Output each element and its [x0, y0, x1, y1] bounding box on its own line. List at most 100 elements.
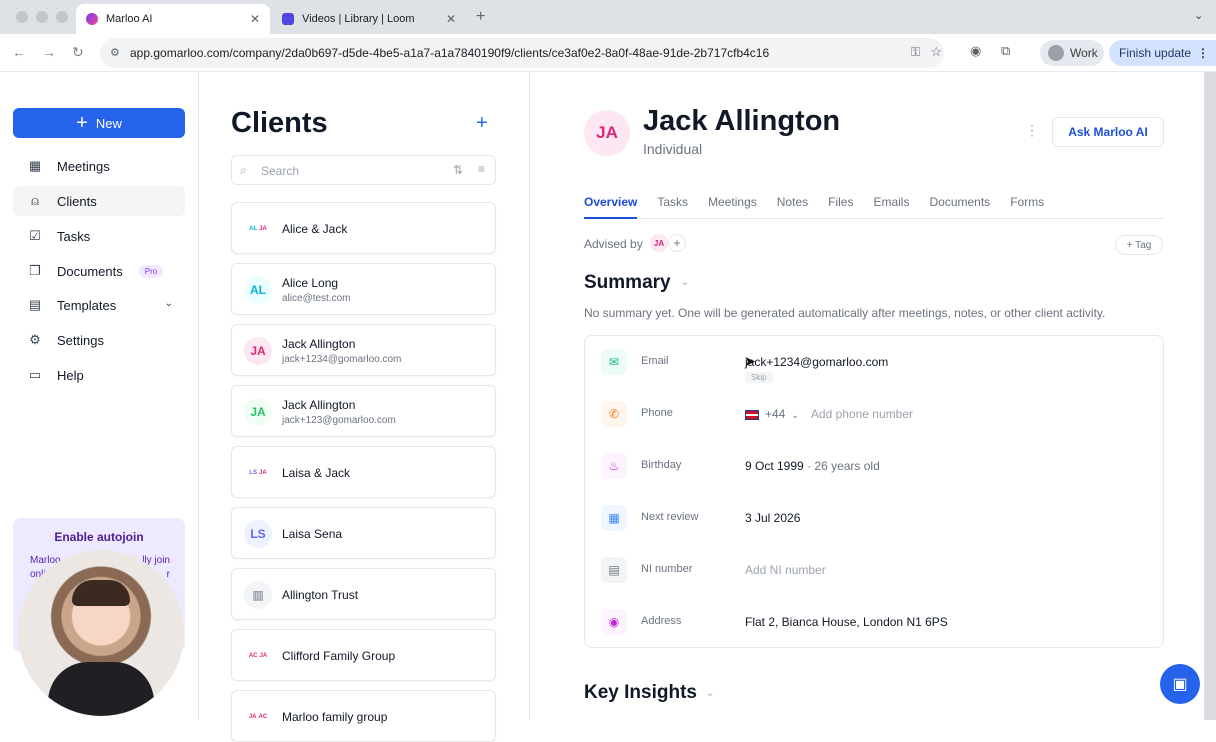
client-info-card: ✉ Email jack+1234@gomarloo.com Skip ✆ Ph… — [584, 335, 1164, 648]
back-icon[interactable]: ← — [12, 44, 26, 60]
phone-value[interactable]: +44 ⌄ Add phone number — [745, 407, 913, 421]
finish-update-button[interactable]: Finish update ⋮ — [1109, 40, 1216, 66]
webcam-shirt — [48, 662, 154, 716]
client-name: Marloo family group — [282, 710, 388, 724]
filter-icon[interactable]: ≡ — [478, 162, 485, 176]
tab-meetings[interactable]: Meetings — [708, 195, 757, 219]
sidebar-item-help[interactable]: ▭ Help — [13, 360, 185, 390]
bookmark-star-icon[interactable]: ☆ — [930, 44, 942, 60]
client-card[interactable]: JA Jack Allington jack+1234@gomarloo.com — [231, 324, 496, 376]
ni-number-input[interactable]: Add NI number — [745, 563, 826, 577]
browser-tab-marloo[interactable]: Marloo AI ✕ — [76, 4, 270, 34]
skip-tooltip[interactable]: Skip — [745, 372, 773, 383]
close-window-button[interactable] — [16, 11, 28, 23]
birthday-row[interactable]: ♨ Birthday 9 Oct 1999 · 26 years old — [585, 440, 1165, 492]
phone-input[interactable]: Add phone number — [811, 407, 913, 421]
key-icon[interactable]: ⚿ — [911, 45, 920, 60]
sidebar-item-documents[interactable]: ❐ Documents Pro — [13, 256, 185, 286]
marloo-favicon — [86, 13, 98, 25]
client-card[interactable]: LS Laisa Sena — [231, 507, 496, 559]
client-card[interactable]: JA Jack Allington jack+123@gomarloo.com — [231, 385, 496, 437]
profile-label: Work — [1070, 46, 1098, 60]
tab-emails[interactable]: Emails — [873, 195, 909, 219]
minimize-window-button[interactable] — [36, 11, 48, 23]
client-card[interactable]: JA AC Marloo family group — [231, 690, 496, 742]
birthday-date: 9 Oct 1999 — [745, 459, 804, 473]
client-card[interactable]: AC JA Clifford Family Group — [231, 629, 496, 681]
profile-avatar — [1048, 45, 1064, 61]
phone-row[interactable]: ✆ Phone +44 ⌄ Add phone number — [585, 388, 1165, 440]
checkbox-icon: ☑ — [29, 228, 41, 243]
chevron-down-icon[interactable]: ⌄ — [706, 688, 714, 699]
sidebar-item-templates[interactable]: ▤ Templates ⌄ — [13, 290, 185, 320]
window-controls[interactable] — [16, 11, 68, 23]
tab-search-icon[interactable]: ⌄ — [1194, 9, 1203, 22]
reload-icon[interactable]: ↻ — [72, 44, 84, 61]
client-card[interactable]: AL JA Alice & Jack — [231, 202, 496, 254]
tab-notes[interactable]: Notes — [777, 195, 808, 219]
sidebar-item-label: Documents — [57, 263, 123, 279]
site-info-icon[interactable]: ⚙ — [110, 46, 120, 59]
tab-overview[interactable]: Overview — [584, 195, 638, 219]
address-row[interactable]: ◉ Address Flat 2, Bianca House, London N… — [585, 596, 1165, 648]
ni-number-row[interactable]: ▤ NI number Add NI number — [585, 544, 1165, 596]
advisor-avatar[interactable]: JA — [650, 234, 668, 252]
address-bar-row: ← → ↻ ⚙ app.gomarloo.com/company/2da0b69… — [0, 34, 1216, 72]
client-card[interactable]: LS JA Laisa & Jack — [231, 446, 496, 498]
next-review-row[interactable]: ▦ Next review 3 Jul 2026 — [585, 492, 1165, 544]
ask-marloo-button[interactable]: Ask Marloo AI — [1052, 117, 1164, 147]
avatar: LS JA — [244, 459, 272, 487]
tab-documents[interactable]: Documents — [929, 195, 990, 219]
sort-icon[interactable]: ⇅ — [453, 163, 463, 177]
client-search[interactable]: ⌕ Search ⇅ ≡ — [231, 155, 496, 185]
sidebar-item-clients[interactable]: ⍝ Clients — [13, 186, 185, 216]
mini-initials: AC — [258, 714, 268, 720]
autojoin-desc-fragment: r — [166, 569, 170, 580]
maximize-window-button[interactable] — [56, 11, 68, 23]
window-edge — [1204, 72, 1216, 720]
client-name: Laisa Sena — [282, 527, 343, 541]
tab-files[interactable]: Files — [828, 195, 853, 219]
birthday-value[interactable]: 9 Oct 1999 · 26 years old — [745, 459, 880, 473]
add-tag-button[interactable]: + Tag — [1115, 235, 1163, 255]
chevron-down-icon[interactable]: ⌄ — [681, 277, 689, 288]
omnibox[interactable]: ⚙ app.gomarloo.com/company/2da0b697-d5de… — [100, 38, 944, 68]
pro-badge: Pro — [138, 264, 164, 278]
forward-icon[interactable]: → — [42, 44, 56, 60]
tab-title: Marloo AI — [106, 13, 153, 25]
add-advisor-icon[interactable]: + — [668, 234, 686, 252]
mini-initials: JA — [259, 470, 267, 476]
extension-icon[interactable]: ◉ — [970, 43, 981, 59]
autojoin-title: Enable autojoin — [54, 530, 144, 544]
support-chat-button[interactable]: ▣ — [1160, 664, 1200, 704]
puzzle-icon[interactable]: ⧉ — [1001, 43, 1010, 59]
sidebar-item-tasks[interactable]: ☑ Tasks — [13, 221, 185, 251]
browser-tab-loom[interactable]: Videos | Library | Loom ✕ — [272, 4, 466, 34]
add-client-icon[interactable]: + — [476, 112, 488, 135]
more-options-icon[interactable]: ⋮ — [1025, 122, 1039, 139]
sidebar-item-settings[interactable]: ⚙ Settings — [13, 325, 185, 355]
finish-update-label: Finish update — [1119, 46, 1192, 60]
tab-forms[interactable]: Forms — [1010, 195, 1044, 219]
country-code-select[interactable]: +44 — [765, 407, 785, 421]
tab-tasks[interactable]: Tasks — [657, 195, 688, 219]
client-card[interactable]: ▥ Allington Trust — [231, 568, 496, 620]
sidebar-item-meetings[interactable]: ▦ Meetings — [13, 151, 185, 181]
address-value[interactable]: Flat 2, Bianca House, London N1 6PS — [745, 615, 948, 629]
chevron-down-icon[interactable]: ⌄ — [165, 298, 173, 309]
profile-button[interactable]: Work — [1040, 40, 1104, 66]
chevron-down-icon[interactable]: ⌄ — [791, 410, 799, 420]
url-text[interactable]: app.gomarloo.com/company/2da0b697-d5de-4… — [130, 46, 769, 60]
new-button[interactable]: + New — [13, 108, 185, 138]
close-tab-icon[interactable]: ✕ — [446, 12, 456, 26]
next-review-value[interactable]: 3 Jul 2026 — [745, 511, 800, 525]
close-tab-icon[interactable]: ✕ — [250, 12, 260, 26]
client-card[interactable]: AL Alice Long alice@test.com — [231, 263, 496, 315]
plus-icon: + — [76, 112, 88, 134]
phone-icon: ✆ — [601, 401, 627, 427]
new-tab-button[interactable]: + — [476, 8, 485, 26]
location-icon: ◉ — [601, 609, 627, 635]
email-value[interactable]: jack+1234@gomarloo.com — [745, 355, 888, 369]
avatar: JA — [244, 337, 272, 365]
email-row[interactable]: ✉ Email jack+1234@gomarloo.com Skip — [585, 336, 1165, 388]
